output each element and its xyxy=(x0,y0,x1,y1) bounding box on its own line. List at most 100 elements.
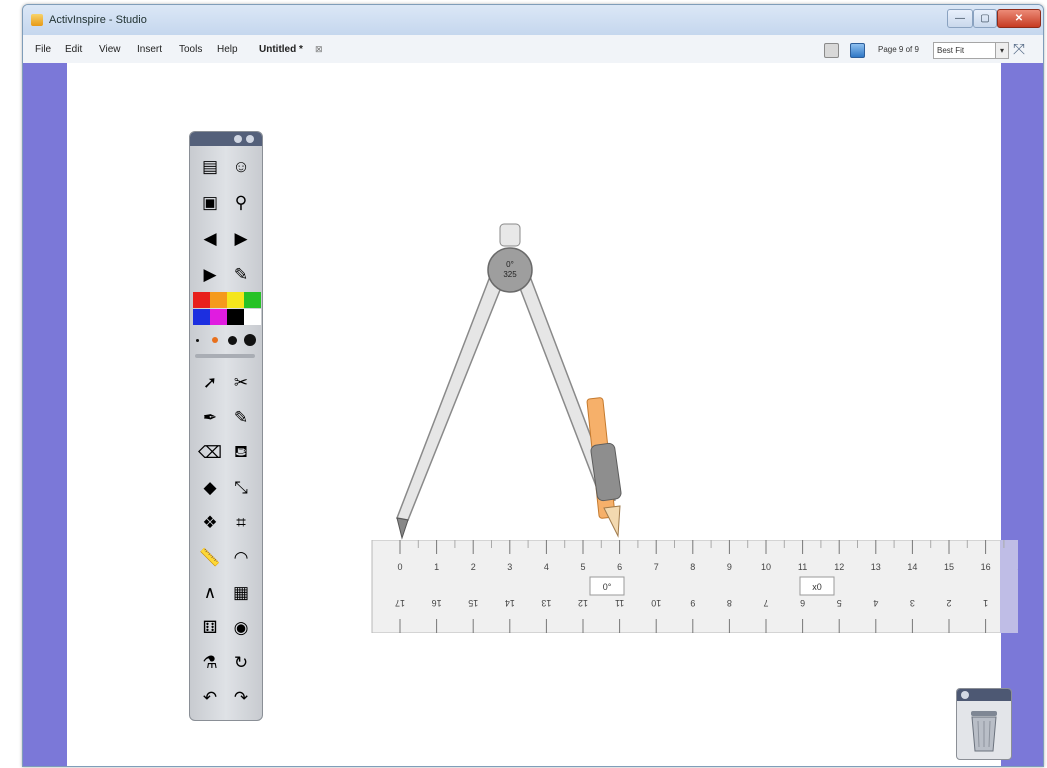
menu-tools[interactable]: Tools xyxy=(179,44,202,55)
tab-close-icon[interactable]: ⊠ xyxy=(315,44,323,55)
select-arrow-icon[interactable]: ➚ xyxy=(197,370,223,396)
ruler-bottom-label: 13 xyxy=(541,598,551,608)
menu-insert[interactable]: Insert xyxy=(137,44,162,55)
ruler-bottom-label: 4 xyxy=(873,598,878,608)
pen-icon[interactable]: ✒ xyxy=(197,405,223,431)
ruler-bottom-label: 14 xyxy=(505,598,515,608)
reset-icon[interactable]: ↻ xyxy=(228,650,254,676)
color-swatch[interactable] xyxy=(227,309,244,325)
tools-icon[interactable]: ✂ xyxy=(228,370,254,396)
previous-page-icon[interactable]: ◀ xyxy=(197,226,223,252)
color-swatch[interactable] xyxy=(244,292,261,308)
zoom-value: Best Fit xyxy=(937,46,965,55)
ruler-top-label: 7 xyxy=(654,562,659,572)
menu-view[interactable]: View xyxy=(99,44,121,55)
color-swatch[interactable] xyxy=(193,292,210,308)
ruler-top-label: 14 xyxy=(907,562,917,572)
pen-width-dot[interactable] xyxy=(212,337,218,343)
menu-file[interactable]: File xyxy=(35,44,51,55)
color-swatch[interactable] xyxy=(210,292,227,308)
user-icon[interactable] xyxy=(850,43,865,58)
ruler-top-label: 4 xyxy=(544,562,549,572)
minimize-button[interactable]: — xyxy=(947,9,973,28)
undo-icon[interactable]: ↶ xyxy=(197,685,223,711)
ruler-bottom-label: 8 xyxy=(727,598,732,608)
trash-icon[interactable] xyxy=(957,701,1011,759)
ruler-bottom-label: 1 xyxy=(983,598,988,608)
main-toolbox[interactable]: ▤ ☺ ▣ ⚲ ◀ ▶ ▶ ✎ ➚ ✂ ✒ ✎ ⌫ ⛾ ◆ ⤡ ❖ ⌗ 📏 ◠ ∧ ▦ ⚅ ◉ ⚗ ↻ ↶ ↷ xyxy=(189,131,263,721)
compass-pencil-grip[interactable] xyxy=(590,442,622,502)
page-indicator: Page 9 of 9 xyxy=(878,45,919,54)
ruler-top-label: 13 xyxy=(871,562,881,572)
compass-degrees: 325 xyxy=(503,270,517,279)
compass-tool[interactable]: 0° 325 xyxy=(377,218,647,548)
toolbox-header[interactable] xyxy=(190,132,262,146)
calculator-icon[interactable]: ▦ xyxy=(228,580,254,606)
close-button[interactable]: ✕ xyxy=(997,9,1041,28)
ruler-top-label: 17 xyxy=(1017,562,1018,572)
pen-options-icon[interactable]: ✎ xyxy=(228,262,254,288)
magnifier-icon[interactable]: ⚲ xyxy=(228,190,254,216)
chevron-down-icon[interactable]: ▾ xyxy=(995,43,1008,58)
page-view-icon[interactable] xyxy=(824,43,839,58)
trash-can[interactable] xyxy=(956,688,1012,760)
menu-help[interactable]: Help xyxy=(217,44,238,55)
highlighter-icon[interactable]: ✎ xyxy=(228,405,254,431)
profile-icon[interactable]: ☺ xyxy=(228,154,254,180)
pen-width-dot[interactable] xyxy=(196,338,199,342)
color-swatch[interactable] xyxy=(210,309,227,325)
dice-icon[interactable]: ⚅ xyxy=(197,615,223,641)
zoom-select[interactable]: Best Fit ▾ xyxy=(933,42,1009,59)
ruler-top-label: 12 xyxy=(834,562,844,572)
ruler-tool-icon[interactable]: 📏 xyxy=(197,545,223,571)
compass-angle: 0° xyxy=(506,260,514,269)
ruler-angle: 0° xyxy=(603,582,612,592)
connector-icon[interactable]: ⤡ xyxy=(228,475,254,501)
ruler-top-label: 3 xyxy=(507,562,512,572)
flipchart-browser-icon[interactable]: ▤ xyxy=(197,154,223,180)
resource-icon[interactable]: ❖ xyxy=(197,510,223,536)
toolbox-settings-icon[interactable] xyxy=(234,135,242,143)
fill-icon[interactable]: ⛾ xyxy=(228,440,254,466)
trash-close-icon[interactable] xyxy=(961,691,969,699)
shape-icon[interactable]: ◆ xyxy=(197,475,223,501)
redo-icon[interactable]: ↷ xyxy=(228,685,254,711)
compass-tool-icon[interactable]: ∧ xyxy=(197,580,223,606)
play-icon[interactable]: ▶ xyxy=(197,262,223,288)
transparency-slider[interactable] xyxy=(195,354,255,358)
ruler-bottom-label: 16 xyxy=(432,598,442,608)
fullscreen-icon[interactable]: ⤧ xyxy=(1013,41,1025,58)
menu-bar: File Edit View Insert Tools Help Untitle… xyxy=(23,35,1043,64)
color-swatch[interactable] xyxy=(244,309,261,325)
protractor-icon[interactable]: ◠ xyxy=(228,545,254,571)
toolbox-close-icon[interactable] xyxy=(246,135,254,143)
next-page-icon[interactable]: ▶ xyxy=(228,226,254,252)
color-swatch[interactable] xyxy=(193,309,210,325)
document-tab[interactable]: Untitled * xyxy=(259,44,303,55)
pen-width-dot[interactable] xyxy=(228,335,237,345)
compass-left-leg[interactable] xyxy=(395,265,510,521)
ruler-top-label: 6 xyxy=(617,562,622,572)
sound-icon[interactable]: ◉ xyxy=(228,615,254,641)
ruler-bottom-label: 2 xyxy=(946,598,951,608)
menu-edit[interactable]: Edit xyxy=(65,44,82,55)
desktop-annotate-icon[interactable]: ▣ xyxy=(197,190,223,216)
ruler-top-label: 16 xyxy=(981,562,991,572)
app-icon xyxy=(31,14,43,26)
pen-width-dot[interactable] xyxy=(244,334,256,346)
ruler-bottom-label: 6 xyxy=(800,598,805,608)
ruler-top-label: 15 xyxy=(944,562,954,572)
ruler-top-label: 2 xyxy=(471,562,476,572)
color-swatch[interactable] xyxy=(227,292,244,308)
title-bar[interactable]: ActivInspire - Studio — ▢ ✕ xyxy=(23,5,1043,35)
ruler-bottom-label: 7 xyxy=(763,598,768,608)
compass-handle[interactable] xyxy=(499,223,521,247)
trash-header xyxy=(957,689,1011,701)
camera-icon[interactable]: ⌗ xyxy=(228,510,254,536)
ruler-bottom-label: 12 xyxy=(578,598,588,608)
lab-icon[interactable]: ⚗ xyxy=(197,650,223,676)
ruler-tool[interactable]: 0011223344556677889910101111121213131414… xyxy=(350,540,1018,633)
eraser-icon[interactable]: ⌫ xyxy=(197,440,223,466)
maximize-button[interactable]: ▢ xyxy=(973,9,997,28)
ruler-body[interactable] xyxy=(371,540,1018,633)
